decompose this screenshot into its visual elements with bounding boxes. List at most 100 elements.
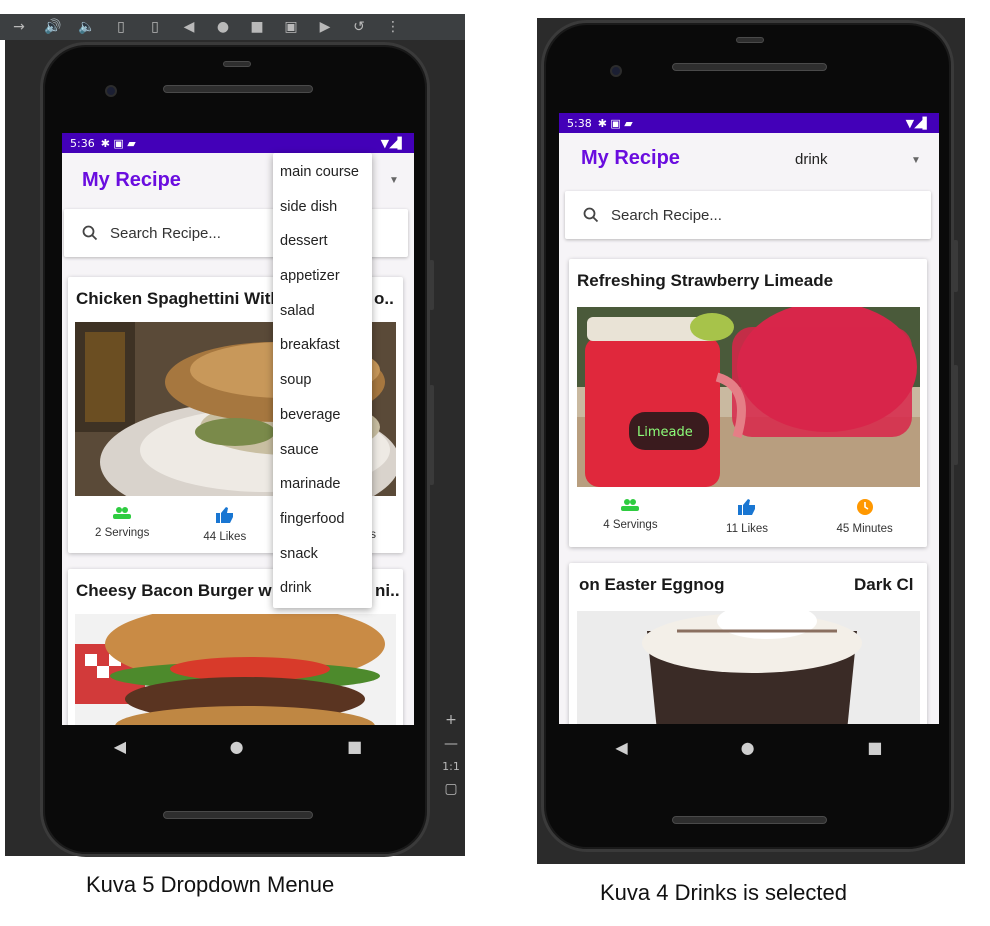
- servings-label: 4 Servings: [603, 519, 658, 531]
- recipe-card[interactable]: on Easter Eggnog Dark Cl: [569, 563, 927, 724]
- earpiece-speaker: [163, 85, 313, 93]
- status-icons: ✱ ▣ ▰: [100, 136, 136, 150]
- arrow-icon[interactable]: →: [2, 19, 36, 35]
- top-sensor: [736, 37, 764, 43]
- menu-item-soup[interactable]: soup: [273, 365, 372, 400]
- navigation-bar: ◀ ● ■: [559, 727, 939, 767]
- volume-button: [953, 365, 958, 465]
- search-placeholder: Search Recipe...: [611, 206, 722, 224]
- chevron-down-icon[interactable]: ▼: [911, 155, 921, 166]
- home-icon[interactable]: ●: [206, 19, 240, 35]
- emulator-zoom-controls: + — 1:1 ▢: [437, 706, 465, 836]
- rotate-left-icon[interactable]: ▯: [104, 19, 138, 35]
- rotate-right-icon[interactable]: ▯: [138, 19, 172, 35]
- likes-label: 11 Likes: [726, 523, 769, 535]
- likes-stat: 11 Likes: [726, 499, 768, 535]
- bottom-speaker: [672, 816, 827, 824]
- thumbs-up-icon: [738, 499, 756, 515]
- volume-down-icon[interactable]: 🔈: [70, 19, 104, 35]
- back-icon[interactable]: ◀: [172, 19, 206, 35]
- volume-button: [429, 385, 434, 485]
- recipe-stats: 4 Servings 11 Likes 45 Minutes: [569, 499, 927, 535]
- search-icon: [82, 225, 98, 241]
- recipe-title-next: Dark Cl: [854, 575, 914, 594]
- menu-item-snack[interactable]: snack: [273, 539, 372, 574]
- recipe-image[interactable]: Limeade: [577, 307, 920, 487]
- menu-item-dessert[interactable]: dessert: [273, 226, 372, 261]
- recipe-title-tail: ni..: [375, 581, 400, 600]
- power-button: [429, 260, 434, 310]
- snapshot-icon[interactable]: ↺: [342, 19, 376, 35]
- servings-label: 2 Servings: [95, 527, 150, 539]
- recipe-card[interactable]: Refreshing Strawberry Limeade Limeade 4 …: [569, 259, 927, 547]
- front-camera: [105, 85, 117, 97]
- fit-screen-icon[interactable]: ▢: [444, 781, 457, 797]
- caption-right: Kuva 4 Drinks is selected: [600, 880, 847, 905]
- volume-up-icon[interactable]: 🔊: [36, 19, 70, 35]
- menu-item-sauce[interactable]: sauce: [273, 435, 372, 470]
- status-bar: 5:36 ✱ ▣ ▰ ▼◢▌: [62, 133, 414, 153]
- recipe-image[interactable]: [577, 611, 920, 724]
- status-time: 5:38: [567, 116, 592, 130]
- category-dropdown-menu: main course side dish dessert appetizer …: [273, 153, 372, 608]
- recents-button[interactable]: ■: [347, 737, 362, 756]
- back-button[interactable]: ◀: [615, 738, 627, 757]
- category-spinner[interactable]: drink: [795, 151, 828, 168]
- status-time: 5:36: [70, 136, 95, 150]
- menu-item-beverage[interactable]: beverage: [273, 400, 372, 435]
- screenrecord-icon[interactable]: ▶: [308, 19, 342, 35]
- people-icon: [621, 499, 640, 511]
- servings-stat: 2 Servings: [95, 507, 149, 543]
- menu-item-marinade[interactable]: marinade: [273, 469, 372, 504]
- bottom-speaker: [163, 811, 313, 819]
- menu-item-fingerfood[interactable]: fingerfood: [273, 504, 372, 539]
- zoom-in-icon[interactable]: +: [445, 712, 457, 728]
- app-title: My Recipe: [82, 169, 181, 191]
- navigation-bar: ◀ ● ■: [62, 726, 414, 766]
- home-button[interactable]: ●: [230, 737, 244, 756]
- home-button[interactable]: ●: [741, 738, 755, 757]
- recipe-image[interactable]: [75, 614, 396, 725]
- menu-item-appetizer[interactable]: appetizer: [273, 261, 372, 296]
- minutes-label: 45 Minutes: [836, 523, 893, 535]
- app-title: My Recipe: [581, 147, 680, 169]
- likes-label: 44 Likes: [203, 531, 247, 543]
- servings-stat: 4 Servings: [603, 499, 658, 535]
- caption-left: Kuva 5 Dropdown Menue: [86, 872, 335, 897]
- overview-icon[interactable]: ■: [240, 19, 274, 35]
- likes-stat: 44 Likes: [203, 507, 246, 543]
- phone-screen-right: 5:38 ✱ ▣ ▰ ▼◢▌ My Recipe drink ▼ Search R…: [559, 113, 939, 724]
- menu-item-drink[interactable]: drink: [273, 573, 372, 608]
- menu-item-salad[interactable]: salad: [273, 296, 372, 331]
- chevron-down-icon[interactable]: ▼: [389, 175, 399, 186]
- more-icon[interactable]: ⋮: [376, 19, 410, 35]
- thumbs-up-icon: [215, 507, 233, 523]
- recipe-title: Cheesy Bacon Burger w: [76, 581, 272, 600]
- front-camera: [610, 65, 622, 77]
- menu-item-side-dish[interactable]: side dish: [273, 192, 372, 227]
- power-button: [953, 240, 958, 292]
- recipe-title: Refreshing Strawberry Limeade: [577, 271, 834, 290]
- app-bar: My Recipe drink ▼: [559, 133, 939, 187]
- time-stat: 45 Minutes: [837, 499, 893, 535]
- menu-item-breakfast[interactable]: breakfast: [273, 330, 372, 365]
- people-icon: [113, 507, 132, 519]
- menu-item-main-course[interactable]: main course: [273, 157, 372, 192]
- camera-icon[interactable]: ▣: [274, 19, 308, 35]
- status-icons: ✱ ▣ ▰: [597, 116, 633, 130]
- emulator-toolbar: → 🔊 🔈 ▯ ▯ ◀ ● ■ ▣ ▶ ↺ ⋮: [0, 14, 465, 40]
- recipe-title: Chicken Spaghettini With Parmesan Bread …: [76, 289, 273, 308]
- jar-label: Limeade: [637, 425, 693, 440]
- earpiece-speaker: [672, 63, 827, 71]
- recents-button[interactable]: ■: [867, 738, 882, 757]
- recipe-title: on Easter Eggnog: [579, 575, 725, 594]
- signal-battery-icon: ▼◢▌: [380, 136, 406, 150]
- top-sensor: [223, 61, 251, 67]
- back-button[interactable]: ◀: [114, 737, 126, 756]
- search-placeholder: Search Recipe...: [110, 224, 221, 242]
- zoom-1-1-button[interactable]: 1:1: [442, 760, 460, 773]
- status-bar: 5:38 ✱ ▣ ▰ ▼◢▌: [559, 113, 939, 133]
- search-input[interactable]: Search Recipe...: [565, 191, 931, 239]
- zoom-out-icon[interactable]: —: [444, 736, 458, 752]
- recipe-title-tail: o..: [374, 289, 394, 308]
